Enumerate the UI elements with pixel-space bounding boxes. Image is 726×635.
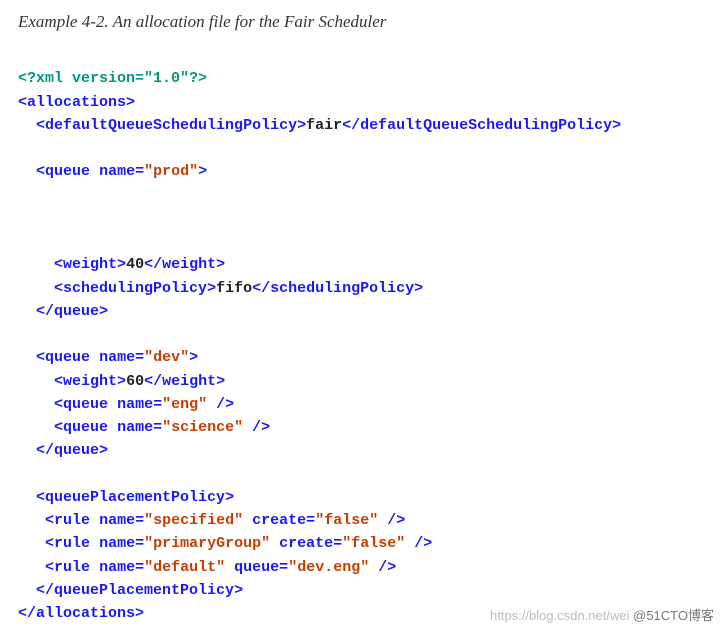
attr-value: "eng" [162, 396, 207, 413]
tag-close: </queue> [36, 442, 108, 459]
tag-close: </weight> [144, 373, 225, 390]
tag-close: </schedulingPolicy> [252, 280, 423, 297]
attr-value: "prod" [144, 163, 198, 180]
tag-close: </defaultQueueSchedulingPolicy> [342, 117, 621, 134]
tag-open: <weight> [54, 256, 126, 273]
tag-open-end: > [198, 163, 207, 180]
xml-declaration: <?xml version="1.0"?> [18, 70, 207, 87]
tag-selfclose: <rule name= [45, 535, 144, 552]
tag-close: </weight> [144, 256, 225, 273]
attr-value: "default" [144, 559, 225, 576]
attr-value: "false" [315, 512, 378, 529]
attr-value: "false" [342, 535, 405, 552]
tag-selfclose: <queue name= [54, 396, 162, 413]
tag-open: <queue name= [36, 163, 144, 180]
tag-open: <queue name= [36, 349, 144, 366]
tag-close: </queuePlacementPolicy> [36, 582, 243, 599]
text-node: fair [306, 117, 342, 134]
example-caption: Example 4-2. An allocation file for the … [0, 0, 726, 42]
text-node: 60 [126, 373, 144, 390]
watermark: https://blog.csdn.net/wei @51CTO博客 [490, 605, 714, 624]
attr-value: "primaryGroup" [144, 535, 270, 552]
tag-close: </allocations> [18, 605, 144, 622]
text-node: 40 [126, 256, 144, 273]
attr-value: "dev" [144, 349, 189, 366]
tag-open-end: > [189, 349, 198, 366]
text-node: fifo [216, 280, 252, 297]
watermark-faint: https://blog.csdn.net/wei [490, 608, 629, 623]
code-block: <?xml version="1.0"?> <allocations> <def… [0, 42, 726, 635]
tag-open: <weight> [54, 373, 126, 390]
watermark-dark: @51CTO博客 [633, 608, 714, 623]
attr-value: "science" [162, 419, 243, 436]
attr-value: "dev.eng" [288, 559, 369, 576]
tag-selfclose: <rule name= [45, 512, 144, 529]
tag-open: <queuePlacementPolicy> [36, 489, 234, 506]
tag-selfclose: <rule name= [45, 559, 144, 576]
tag-close: </queue> [36, 303, 108, 320]
tag-open: <defaultQueueSchedulingPolicy> [36, 117, 306, 134]
attr-value: "specified" [144, 512, 243, 529]
tag-selfclose: <queue name= [54, 419, 162, 436]
tag-open: <schedulingPolicy> [54, 280, 216, 297]
tag-open: <allocations> [18, 94, 135, 111]
